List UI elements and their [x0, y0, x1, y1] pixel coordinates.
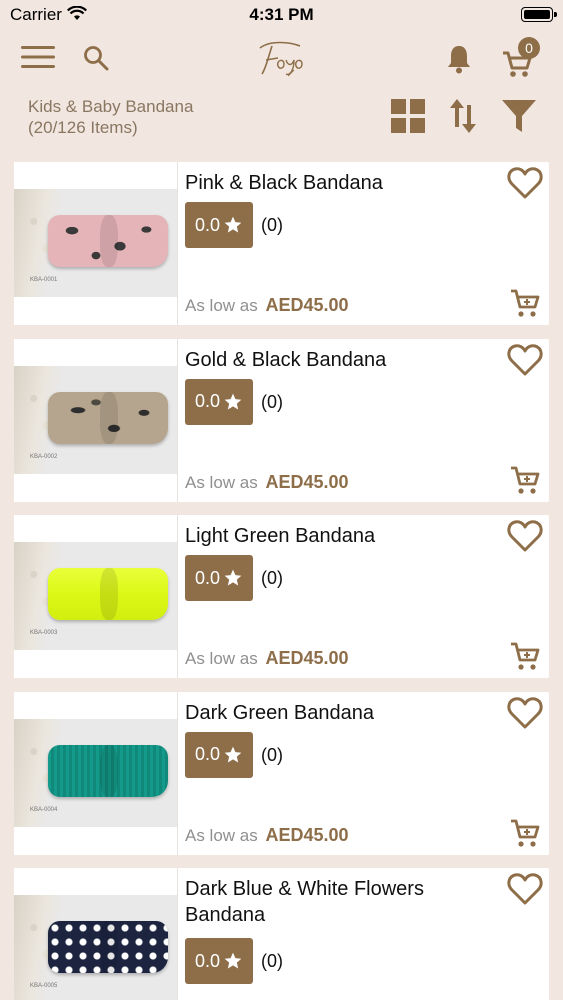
category-item-count: (20/126 Items): [28, 118, 138, 137]
price-label: As low as: [185, 296, 258, 315]
rating-badge: 0.0: [185, 938, 253, 984]
product-tag: KBA-0001: [30, 277, 58, 283]
product-name[interactable]: Light Green Bandana: [185, 523, 495, 549]
product-image[interactable]: KBA-0004: [14, 691, 178, 855]
price-line: As low as AED45.00: [185, 472, 349, 493]
price-value: AED45.00: [265, 471, 349, 492]
cart-icon[interactable]: 0: [498, 37, 540, 80]
add-to-cart-icon[interactable]: [510, 819, 540, 849]
price-label: As low as: [185, 472, 258, 492]
product-name[interactable]: Pink & Black Bandana: [185, 170, 495, 196]
category-title: Kids & Baby Bandana: [28, 97, 194, 116]
heart-icon[interactable]: [507, 343, 543, 377]
price-line: As low as AED45.00: [185, 825, 349, 846]
menu-icon[interactable]: [20, 42, 56, 72]
top-nav-bar: 0: [0, 30, 563, 85]
review-count: (0): [261, 568, 283, 588]
category-header: Kids & Baby Bandana (20/126 Items): [0, 90, 563, 148]
search-icon[interactable]: [80, 42, 112, 74]
rating-value: 0.0: [194, 214, 221, 235]
product-name[interactable]: Dark Green Bandana: [185, 700, 495, 726]
product-name[interactable]: Gold & Black Bandana: [185, 347, 495, 373]
battery-icon: [521, 7, 557, 22]
review-count: (0): [261, 391, 283, 412]
rating-badge: 0.0: [185, 378, 253, 425]
cart-count-badge: 0: [518, 37, 540, 59]
product-image[interactable]: KBA-0002: [14, 338, 178, 502]
status-bar: Carrier 4:31 PM: [0, 0, 563, 30]
star-icon: [224, 746, 242, 762]
filter-icon[interactable]: [500, 98, 538, 134]
bell-icon[interactable]: [442, 42, 476, 76]
review-count: (0): [261, 951, 283, 971]
product-card[interactable]: KBA-0001 Pink & Black Bandana 0.0 (0) As…: [14, 162, 549, 325]
add-to-cart-icon[interactable]: [510, 466, 540, 496]
product-image[interactable]: KBA-0001: [14, 162, 178, 325]
rating-badge: 0.0: [185, 555, 253, 601]
rating-value: 0.0: [194, 567, 221, 588]
product-card[interactable]: KBA-0005 Dark Blue & White Flowers Banda…: [14, 868, 549, 1000]
product-tag: KBA-0004: [30, 806, 58, 813]
add-to-cart-icon[interactable]: [510, 642, 540, 672]
rating-value: 0.0: [194, 391, 221, 411]
rating-badge: 0.0: [185, 202, 253, 248]
sort-icon[interactable]: [446, 96, 480, 136]
price-value: AED45.00: [265, 648, 349, 668]
rating-value: 0.0: [194, 950, 221, 971]
review-count: (0): [261, 215, 283, 235]
star-icon: [224, 569, 242, 586]
price-value: AED45.00: [265, 824, 349, 845]
add-to-cart-icon[interactable]: [510, 289, 540, 319]
price-label: As low as: [185, 825, 258, 845]
star-icon: [224, 393, 242, 409]
product-card[interactable]: KBA-0002 Gold & Black Bandana 0.0 (0) As…: [14, 338, 549, 502]
product-list: KBA-0001 Pink & Black Bandana 0.0 (0) As…: [14, 162, 549, 1000]
rating-value: 0.0: [194, 744, 221, 764]
product-tag: KBA-0002: [30, 453, 58, 460]
grid-view-icon[interactable]: [390, 98, 426, 134]
clock-label: 4:31 PM: [249, 5, 314, 24]
product-card[interactable]: KBA-0003 Light Green Bandana 0.0 (0) As …: [14, 515, 549, 678]
rating-badge: 0.0: [185, 731, 253, 778]
heart-icon[interactable]: [507, 872, 543, 906]
product-tag: KBA-0003: [30, 630, 58, 636]
product-image[interactable]: KBA-0005: [14, 868, 178, 1000]
product-name[interactable]: Dark Blue & White Flowers Bandana: [185, 876, 495, 928]
star-icon: [224, 952, 242, 969]
price-value: AED45.00: [265, 295, 349, 315]
price-label: As low as: [185, 649, 258, 668]
heart-icon[interactable]: [507, 519, 543, 553]
price-line: As low as AED45.00: [185, 648, 349, 669]
brand-logo[interactable]: [250, 36, 310, 81]
star-icon: [224, 216, 242, 233]
heart-icon[interactable]: [507, 696, 543, 730]
product-image[interactable]: KBA-0003: [14, 515, 178, 678]
product-card[interactable]: KBA-0004 Dark Green Bandana 0.0 (0) As l…: [14, 691, 549, 855]
product-tag: KBA-0005: [30, 983, 58, 989]
review-count: (0): [261, 744, 283, 765]
heart-icon[interactable]: [507, 166, 543, 200]
price-line: As low as AED45.00: [185, 295, 349, 316]
